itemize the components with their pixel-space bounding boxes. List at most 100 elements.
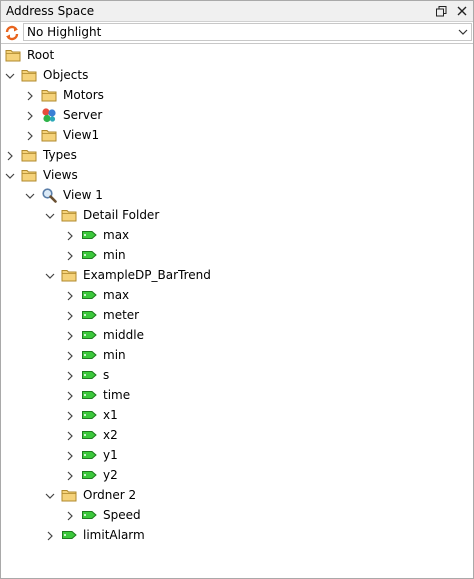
tag-icon [81,247,97,263]
tree-node[interactable]: ExampleDP_BarTrend [1,265,473,285]
tree-node[interactable]: Root [1,45,473,65]
folder-icon [61,207,77,223]
tree-node-label: x2 [103,428,118,442]
tree-node[interactable]: meter [1,305,473,325]
tree-node[interactable]: x2 [1,425,473,445]
tree-node[interactable]: max [1,225,473,245]
chevron-right-icon[interactable] [25,90,35,101]
tree-node-label: meter [103,308,140,322]
close-icon[interactable] [454,3,470,19]
tree-node-label: y2 [103,468,118,482]
restore-window-icon[interactable] [433,3,449,19]
tree-node[interactable]: Ordner 2 [1,485,473,505]
address-tree: Root Objects Motors Server View1 Types Views Vi… [1,45,473,578]
tree-node-label: min [103,348,126,362]
tree-node-label: limitAlarm [83,528,145,542]
tree-node-label: Ordner 2 [83,488,137,502]
panel-title: Address Space [6,4,95,18]
chevron-right-icon[interactable] [65,450,75,461]
tree-node[interactable]: Types [1,145,473,165]
panel-titlebar: Address Space [1,1,473,22]
tree-node-label: Detail Folder [83,208,160,222]
tree-node[interactable]: y1 [1,445,473,465]
chevron-right-icon[interactable] [5,150,15,161]
chevron-down-icon[interactable] [5,70,15,80]
folder-icon [21,147,37,163]
chevron-right-icon[interactable] [65,290,75,301]
tree-node[interactable]: min [1,245,473,265]
tag-icon [81,507,97,523]
tree-node-label: Server [63,108,103,122]
chevron-right-icon[interactable] [65,470,75,481]
tree-node[interactable]: Detail Folder [1,205,473,225]
tree-node[interactable]: Views [1,165,473,185]
tree-node-label: View1 [63,128,100,142]
tree-node-label: x1 [103,408,118,422]
tree-node[interactable]: Server [1,105,473,125]
chevron-right-icon[interactable] [25,110,35,121]
tree-node-label: Types [43,148,77,162]
folder-icon [41,127,57,143]
highlight-dropdown[interactable]: No Highlight [23,23,472,41]
chevron-down-icon [458,29,468,35]
tree-node-label: Objects [43,68,89,82]
chevron-down-icon[interactable] [45,210,55,220]
chevron-right-icon[interactable] [65,250,75,261]
refresh-icon[interactable] [3,24,21,41]
tree-node[interactable]: limitAlarm [1,525,473,545]
chevron-right-icon[interactable] [65,430,75,441]
chevron-right-icon[interactable] [25,130,35,141]
tree-node-label: min [103,248,126,262]
chevron-right-icon[interactable] [65,230,75,241]
tree-node[interactable]: Speed [1,505,473,525]
tree-node-label: max [103,288,130,302]
tag-icon [81,467,97,483]
tree-node[interactable]: min [1,345,473,365]
tree-node-label: y1 [103,448,118,462]
tree-node[interactable]: View1 [1,125,473,145]
tag-icon [81,287,97,303]
chevron-right-icon[interactable] [65,510,75,521]
folder-icon [21,67,37,83]
tree-node[interactable]: View 1 [1,185,473,205]
tree-node-label: middle [103,328,144,342]
tree-node[interactable]: x1 [1,405,473,425]
server-icon [41,107,57,123]
chevron-down-icon[interactable] [45,270,55,280]
tree-node[interactable]: middle [1,325,473,345]
chevron-down-icon[interactable] [5,170,15,180]
tree-node[interactable]: Motors [1,85,473,105]
tree-node[interactable]: Objects [1,65,473,85]
highlight-value: No Highlight [27,25,102,39]
tag-icon [81,347,97,363]
chevron-right-icon[interactable] [65,310,75,321]
tree-node[interactable]: y2 [1,465,473,485]
chevron-right-icon[interactable] [65,390,75,401]
tree-node-label: View 1 [63,188,103,202]
tree-node[interactable]: time [1,385,473,405]
tree-node[interactable]: max [1,285,473,305]
tag-icon [81,447,97,463]
tree-node-label: time [103,388,131,402]
chevron-right-icon[interactable] [65,330,75,341]
chevron-right-icon[interactable] [65,410,75,421]
tree-node-label: ExampleDP_BarTrend [83,268,211,282]
tree-node-label: Motors [63,88,104,102]
tree-node-label: s [103,368,110,382]
folder-icon [61,487,77,503]
chevron-down-icon[interactable] [25,190,35,200]
tree-node-label: Views [43,168,78,182]
chevron-right-icon[interactable] [65,350,75,361]
tree-node[interactable]: s [1,365,473,385]
chevron-down-icon[interactable] [45,490,55,500]
address-space-panel: Address Space No Highlight Root Objects Mo… [0,0,474,579]
folder-icon [41,87,57,103]
chevron-right-icon[interactable] [45,530,55,541]
tag-icon [81,307,97,323]
folder-icon [5,47,21,63]
tag-icon [81,387,97,403]
folder-icon [21,167,37,183]
chevron-right-icon[interactable] [65,370,75,381]
tree-node-label: Root [27,48,55,62]
highlight-toolbar: No Highlight [1,22,473,44]
